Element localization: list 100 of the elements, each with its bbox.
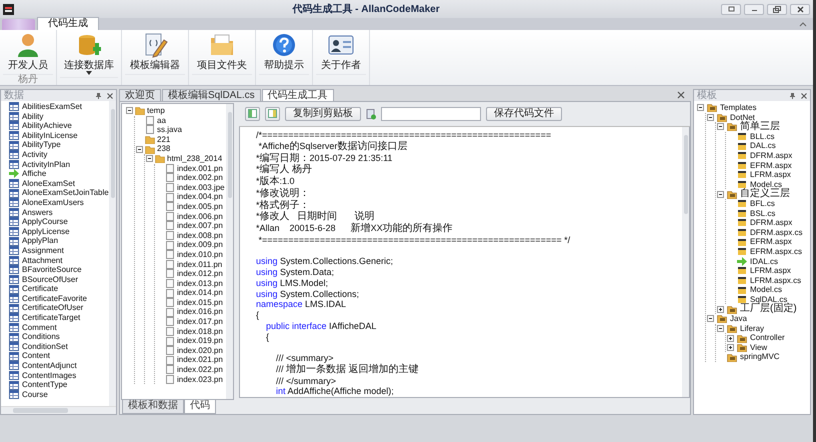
scrollbar-thumb[interactable] — [13, 408, 68, 413]
collapse-icon[interactable] — [717, 123, 724, 130]
tree-item[interactable]: DFRM.aspx — [750, 150, 792, 161]
close-icon[interactable] — [107, 92, 113, 98]
tree-item[interactable]: index.018.pn — [177, 326, 223, 336]
table-name[interactable]: Conditions — [22, 332, 60, 342]
collapse-icon[interactable] — [717, 324, 724, 332]
ribbon-button[interactable]: 模板编辑器 — [125, 32, 185, 74]
restore-button[interactable] — [767, 4, 787, 14]
table-name[interactable]: ContentType — [22, 380, 68, 390]
close-icon[interactable] — [677, 91, 685, 99]
table-name[interactable]: ConditionSet — [22, 342, 68, 352]
tree-item[interactable]: Templates — [720, 103, 756, 113]
table-name[interactable]: Content — [22, 351, 50, 362]
tree-item[interactable]: html_238_2014 — [167, 154, 222, 164]
table-name[interactable]: Ability — [22, 112, 44, 122]
tree-item[interactable]: LFRM.aspx.cs — [750, 276, 802, 286]
table-name[interactable]: Affiche — [22, 169, 46, 179]
tree-item[interactable]: index.011.pn — [177, 260, 222, 270]
table-name[interactable]: Certificate — [22, 284, 58, 294]
table-name[interactable]: AbilitiesExamSet — [22, 102, 82, 112]
tree-item[interactable]: index.021.pn — [177, 355, 223, 366]
table-name[interactable]: ApplyLicense — [22, 226, 70, 236]
expand-icon[interactable] — [727, 334, 734, 342]
left-pane-button[interactable] — [245, 107, 260, 121]
right-pane-button[interactable] — [265, 107, 280, 121]
tree-item[interactable]: index.023.pn — [177, 374, 223, 384]
table-name[interactable]: CertificateFavorite — [22, 294, 87, 304]
table-name[interactable]: BFavoriteSource — [22, 265, 82, 275]
scrollbar-thumb[interactable] — [684, 135, 688, 214]
tree-item[interactable]: index.020.pn — [177, 346, 223, 356]
table-name[interactable]: ApplyCourse — [22, 217, 68, 227]
table-name[interactable]: CertificateOfUser — [22, 303, 84, 314]
table-name[interactable]: AbilityAchieve — [22, 121, 72, 131]
tree-item[interactable]: springMVC — [740, 352, 780, 362]
text-input[interactable] — [381, 107, 481, 121]
tree-item[interactable]: BFL.cs — [750, 198, 775, 209]
collapse-icon[interactable] — [717, 190, 724, 198]
tree-item[interactable]: index.008.pn — [177, 230, 223, 240]
save-button[interactable]: 保存代码文件 — [486, 107, 562, 121]
collapse-icon[interactable] — [707, 114, 714, 121]
tree-item[interactable]: index.009.pn — [177, 240, 223, 250]
tree-item[interactable]: index.022.pn — [177, 365, 223, 375]
tree-item[interactable]: index.004.pn — [177, 192, 223, 202]
table-name[interactable]: Assignment — [22, 246, 64, 256]
collapse-icon[interactable] — [697, 104, 704, 112]
table-name[interactable]: BSourceOfUser — [22, 274, 78, 284]
tree-item[interactable]: Java — [730, 314, 747, 324]
table-name[interactable]: ContentImages — [22, 370, 76, 380]
tree-item[interactable]: EFRM.aspx — [750, 160, 792, 170]
table-name[interactable]: ActivityInPlan — [22, 160, 70, 170]
pin-icon[interactable] — [96, 92, 101, 98]
tree-item[interactable]: index.001.pn — [177, 164, 223, 174]
ribbon-tab[interactable]: 代码生成 — [37, 17, 99, 30]
tree-item[interactable]: 238 — [157, 144, 170, 154]
collapse-icon[interactable] — [707, 315, 714, 322]
table-name[interactable]: Attachment — [22, 256, 62, 266]
ribbon-button[interactable]: 关于作者 — [316, 32, 366, 74]
table-name[interactable]: AloneExamUsers — [22, 198, 84, 208]
tree-item[interactable]: index.006.pn — [177, 212, 223, 222]
tree-item[interactable]: index.010.pn — [177, 250, 223, 260]
tree-item[interactable]: DFRM.aspx.cs — [750, 228, 802, 238]
tree-item[interactable]: Model.cs — [750, 285, 782, 295]
close-icon[interactable] — [801, 92, 807, 98]
copy-button[interactable]: 复制到剪贴板 — [285, 107, 361, 121]
scrollbar-thumb[interactable] — [228, 112, 232, 198]
pin-icon[interactable] — [790, 92, 795, 98]
ribbon-button[interactable]: 帮助提示 — [259, 32, 309, 74]
document-tab[interactable]: 欢迎页 — [119, 89, 161, 101]
tree-item[interactable]: index.016.pn — [177, 307, 223, 318]
document-tab[interactable]: 模板编辑SqlDAL.cs — [162, 89, 261, 101]
collapse-icon[interactable] — [146, 155, 153, 162]
table-name[interactable]: CertificateTarget — [22, 313, 80, 323]
tree-item[interactable]: index.015.pn — [177, 298, 223, 308]
table-name[interactable]: Course — [22, 390, 48, 400]
table-name[interactable]: Comment — [22, 322, 57, 332]
tree-item[interactable]: Controller — [750, 333, 785, 343]
scrollbar-thumb[interactable] — [110, 109, 114, 198]
tree-item[interactable]: EFRM.aspx — [750, 237, 792, 247]
tree-item[interactable]: Liferay — [740, 324, 764, 334]
table-name[interactable]: Answers — [22, 208, 53, 218]
expand-icon[interactable] — [727, 344, 734, 352]
tree-item[interactable]: index.012.pn — [177, 269, 223, 279]
app-icon[interactable] — [3, 4, 14, 14]
panel-tab[interactable]: 模板和数据 — [122, 400, 184, 414]
tree-item[interactable]: ss.java — [157, 125, 182, 135]
tree-item[interactable]: View — [750, 342, 768, 352]
tree-item[interactable]: aa — [157, 116, 166, 126]
collapse-icon[interactable] — [126, 107, 133, 114]
tree-item[interactable]: 工厂层(固定) — [740, 304, 797, 314]
table-name[interactable]: AloneExamSet — [22, 178, 75, 188]
table-name[interactable]: AloneExamSetJoinTable — [22, 188, 109, 198]
tree-item[interactable]: BSL.cs — [750, 208, 776, 218]
tree-item[interactable]: IDAL.cs — [750, 256, 778, 266]
tree-item[interactable]: LFRM.aspx — [750, 266, 791, 276]
tree-item[interactable]: LFRM.aspx — [750, 170, 791, 180]
tree-item[interactable]: index.014.pn — [177, 288, 223, 298]
table-name[interactable]: ContentAdjunct — [22, 361, 77, 371]
tree-item[interactable]: EFRM.aspx.cs — [750, 246, 802, 256]
tree-item[interactable]: 221 — [157, 134, 170, 144]
